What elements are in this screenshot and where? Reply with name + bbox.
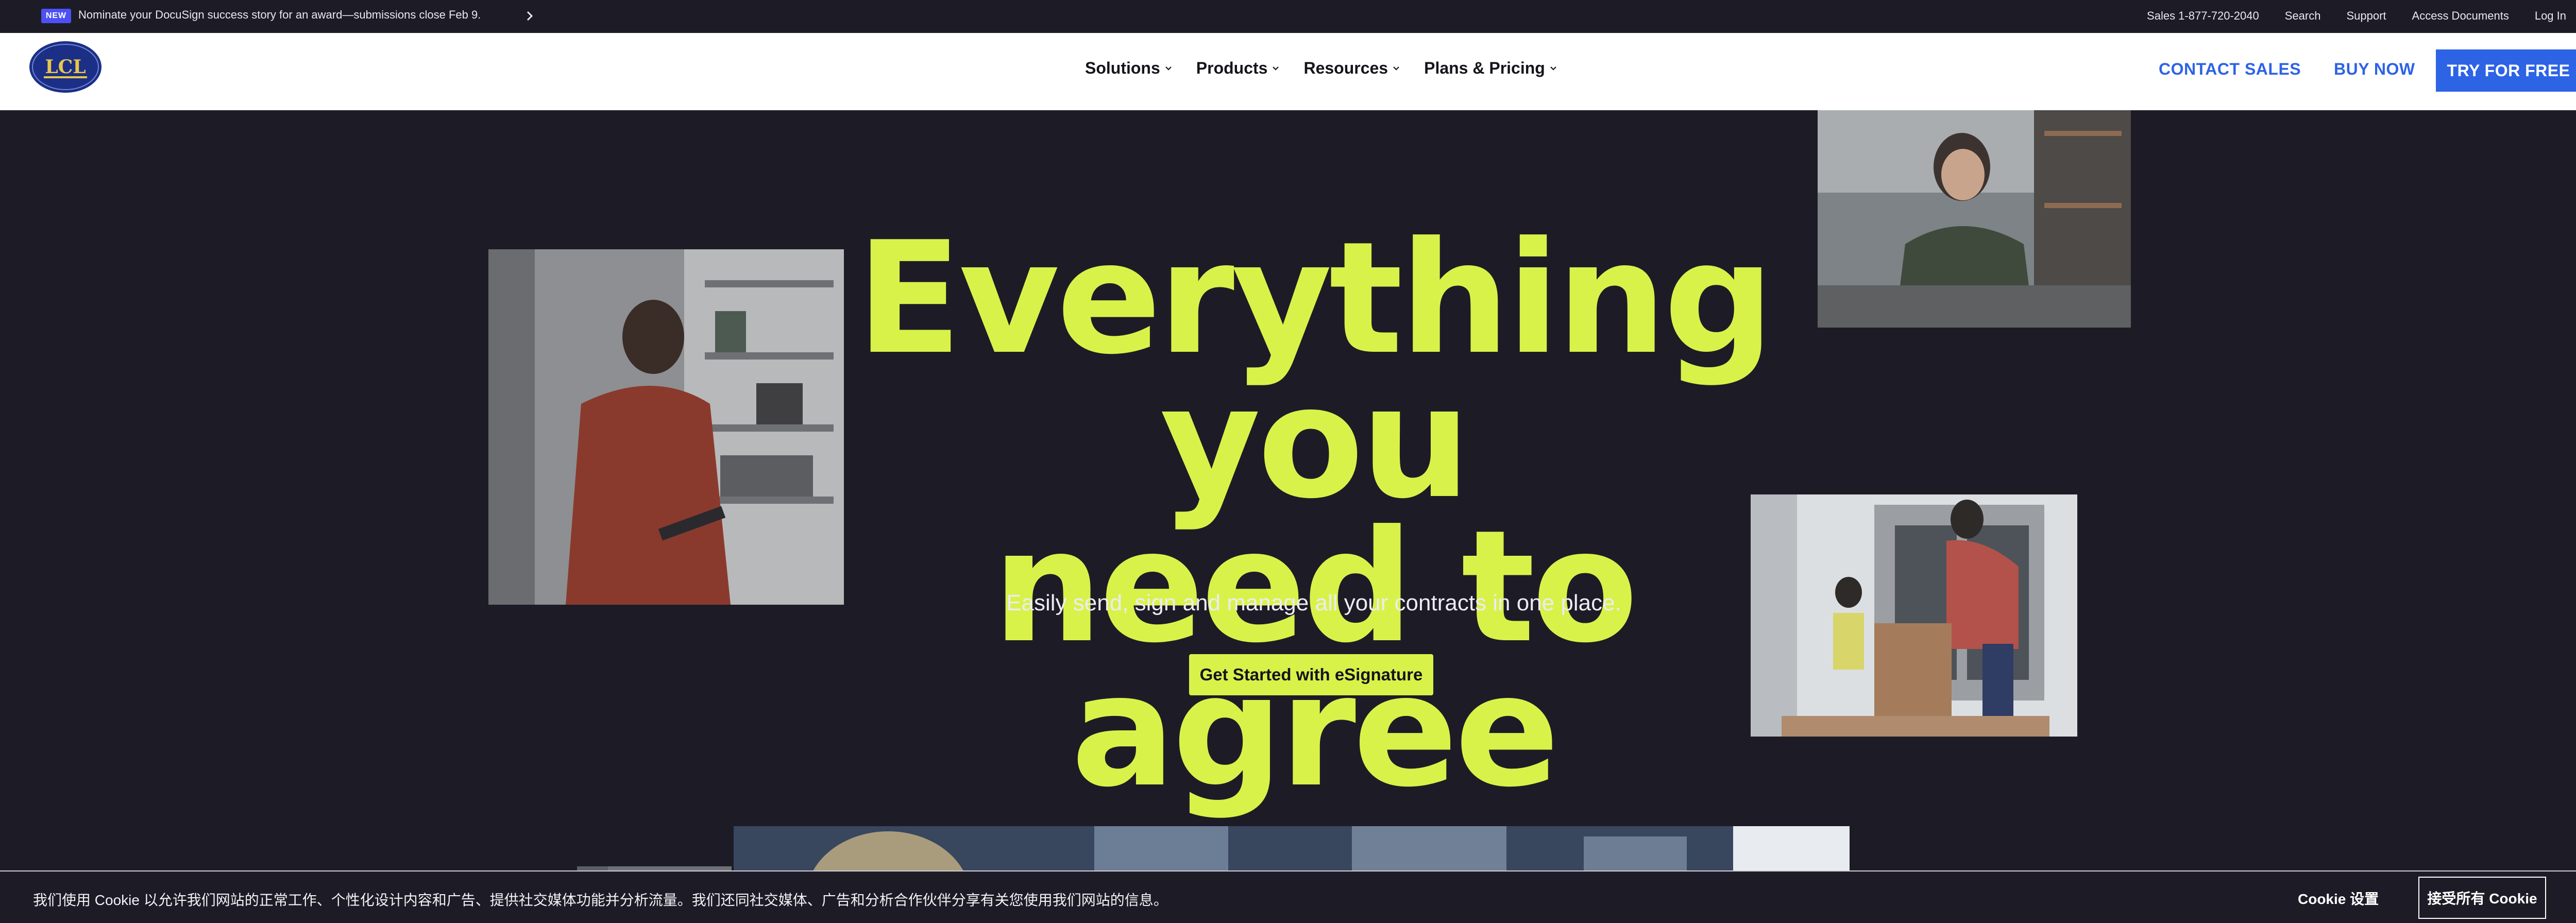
hero-heading-line1: Everything you — [856, 209, 1774, 533]
accept-all-cookies-button[interactable]: 接受所有 Cookie — [2418, 877, 2546, 919]
cookie-banner: 我们使用 Cookie 以允许我们网站的正常工作、个性化设计内容和广告、提供社交… — [0, 870, 2576, 923]
menu-solutions[interactable]: Solutions — [1085, 59, 1173, 78]
chevron-down-icon — [1393, 66, 1399, 71]
log-in-link[interactable]: Log In — [2535, 9, 2566, 23]
search-link[interactable]: Search — [2285, 9, 2321, 23]
menu-plans-pricing[interactable]: Plans & Pricing — [1424, 59, 1557, 78]
get-started-button[interactable]: Get Started with eSignature — [1189, 654, 1433, 695]
chevron-down-icon — [1273, 66, 1279, 71]
contact-sales-link[interactable]: CONTACT SALES — [2159, 60, 2301, 79]
menu-products[interactable]: Products — [1196, 59, 1280, 78]
svg-text:LCL: LCL — [45, 56, 86, 78]
hero-subtitle: Easily send, sign and manage all your co… — [1006, 590, 1621, 616]
chevron-right-icon[interactable] — [523, 8, 536, 24]
access-documents-link[interactable]: Access Documents — [2412, 9, 2509, 23]
chevron-down-icon — [1165, 66, 1172, 71]
menu-resources[interactable]: Resources — [1303, 59, 1400, 78]
utility-links: Sales 1-877-720-2040 Search Support Acce… — [2147, 9, 2566, 23]
sales-phone-link[interactable]: Sales 1-877-720-2040 — [2147, 9, 2259, 23]
announcement-bar: NEW Nominate your DocuSign success story… — [0, 0, 2576, 33]
photo-woman-kitchen — [1818, 110, 2131, 328]
primary-menu: Solutions Products Resources Plans & Pri… — [1085, 59, 1557, 78]
menu-label: Solutions — [1085, 59, 1160, 77]
menu-label: Resources — [1303, 59, 1388, 77]
main-nav: LCL Solutions Products Resources Plans &… — [0, 33, 2576, 110]
cookie-settings-link[interactable]: Cookie 设置 — [2298, 888, 2379, 909]
new-badge: NEW — [41, 9, 71, 23]
hero-heading: Everything you need to agree — [835, 209, 1793, 809]
buy-now-link[interactable]: BUY NOW — [2334, 60, 2415, 79]
support-link[interactable]: Support — [2346, 9, 2386, 23]
cookie-message: 我们使用 Cookie 以允许我们网站的正常工作、个性化设计内容和广告、提供社交… — [33, 892, 1168, 908]
chevron-down-icon — [1550, 66, 1556, 71]
photo-father-son-moving — [1751, 494, 2077, 737]
site-logo[interactable]: LCL — [28, 39, 103, 95]
try-for-free-button[interactable]: TRY FOR FREE — [2436, 49, 2576, 92]
menu-label: Plans & Pricing — [1424, 59, 1545, 77]
photo-man-with-tablet — [488, 249, 844, 605]
menu-label: Products — [1196, 59, 1268, 77]
announcement-link[interactable]: Nominate your DocuSign success story for… — [78, 8, 481, 22]
